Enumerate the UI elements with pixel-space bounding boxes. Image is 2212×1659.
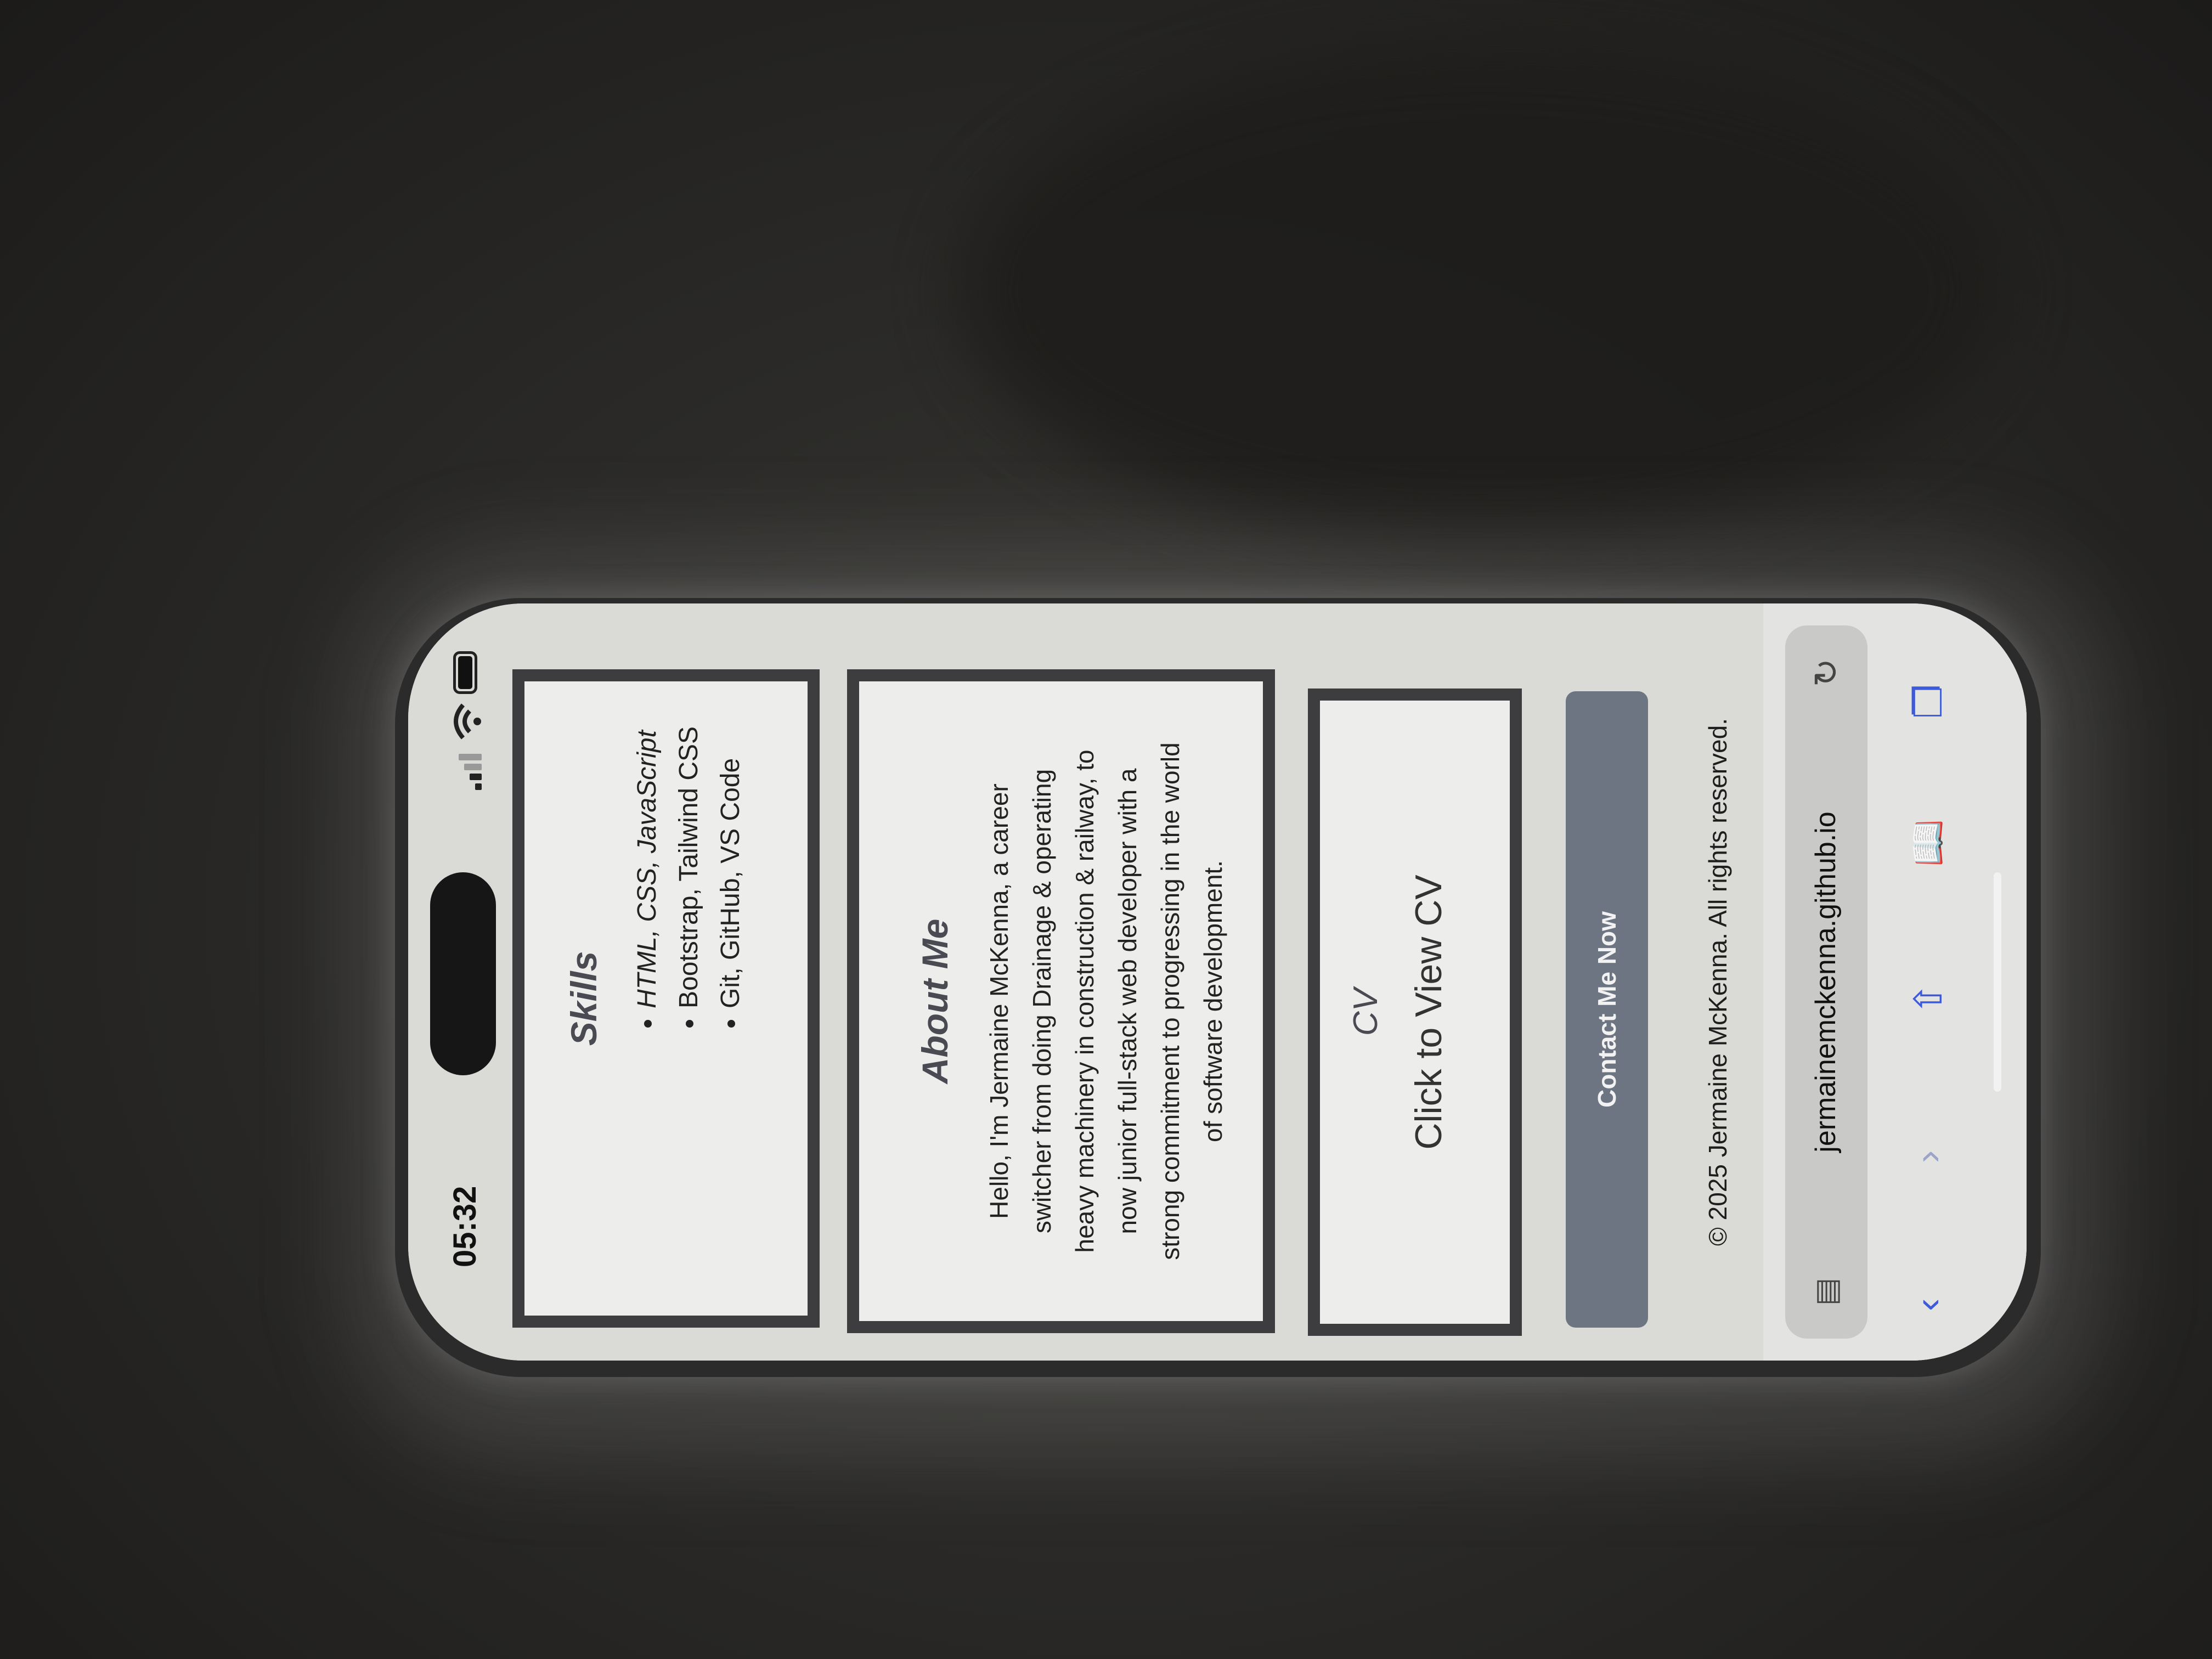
about-title: About Me [915,918,955,1084]
footer-copyright: © 2025 Jermaine McKenna. All rights rese… [1703,718,1732,1246]
browser-toolbar: ‹ › ⇧ 📖 ❐ [1900,603,1966,1361]
status-time: 05:32 [447,1186,483,1267]
web-page: 05:32 Skills HTML, CSS, JavaScript Boots… [408,603,2027,1361]
forward-icon[interactable]: › [1906,1150,1950,1163]
skill-item: Git, GitHub, VS Code [710,681,752,1008]
phone-screen: 05:32 Skills HTML, CSS, JavaScript Boots… [408,603,2027,1361]
cv-card[interactable]: CV Click to View CV [1308,689,1522,1336]
address-bar[interactable]: ▤ jermainemckenna.github.io ↻ [1785,625,1867,1339]
contact-me-button[interactable]: Contact Me Now [1566,691,1648,1328]
about-text: Hello, I'm Jermaine McKenna, a career sw… [985,742,1227,1260]
cv-title: CV [1347,988,1385,1036]
about-card: About Me Hello, I'm Jermaine McKenna, a … [847,669,1275,1333]
share-icon[interactable]: ⇧ [1906,983,1951,1015]
background-shadow [960,44,2002,538]
view-cv-link[interactable]: Click to View CV [1407,701,1450,1324]
wifi-icon [454,703,481,740]
skills-list: HTML, CSS, JavaScript Bootstrap, Tailwin… [627,681,752,1008]
browser-bottom-bar: ▤ jermainemckenna.github.io ↻ ‹ › ⇧ 📖 ❐ [1763,603,2027,1361]
skills-card: Skills HTML, CSS, JavaScript Bootstrap, … [512,669,820,1328]
bookmarks-icon[interactable]: 📖 [1906,819,1951,867]
dynamic-island [430,872,496,1075]
skill-item: Bootstrap, Tailwind CSS [668,681,710,1008]
tabs-icon[interactable]: ❐ [1906,684,1951,719]
home-indicator[interactable] [1994,872,2001,1092]
skill-item: HTML, CSS, JavaScript [627,681,668,1008]
cellular-signal-icon [458,752,482,790]
url-text[interactable]: jermainemckenna.github.io [1809,625,1842,1339]
status-bar: 05:32 [408,603,501,1361]
battery-icon [453,651,477,694]
back-icon[interactable]: ‹ [1906,1299,1950,1311]
reload-icon[interactable]: ↻ [1806,658,1846,687]
skills-title: Skills [563,951,604,1046]
